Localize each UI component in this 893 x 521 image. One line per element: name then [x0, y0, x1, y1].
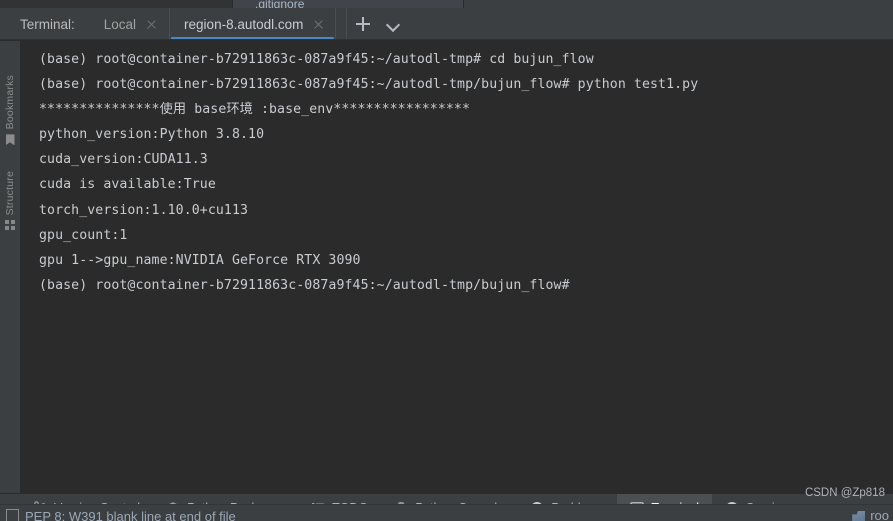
- folder-icon: [852, 510, 866, 521]
- terminal-label: Terminal:: [20, 16, 75, 32]
- inspection-message: PEP 8: W391 blank line at end of file: [25, 509, 236, 521]
- inspection-checkbox[interactable]: [6, 509, 19, 521]
- terminal-line-prompt: (base) root@container-b72911863c-087a9f4…: [39, 277, 570, 293]
- terminal-line: ***************使用 base环境 :base_env******…: [39, 102, 471, 118]
- structure-icon: [5, 220, 15, 231]
- editor-tabs-sliver-right: [466, 0, 893, 8]
- editor-tabs-sliver-left: [0, 0, 232, 8]
- terminal-line: torch_version:1.10.0+cu113: [39, 202, 249, 218]
- editor-tab-gitignore[interactable]: .gitignore: [232, 0, 464, 8]
- left-tool-rail: Bookmarks Structure: [0, 41, 21, 493]
- chevron-down-icon[interactable]: [385, 16, 401, 32]
- ide-window: .gitignore Terminal: Local region-8.auto…: [0, 0, 893, 521]
- terminal-line: gpu 1-->gpu_name:NVIDIA GeForce RTX 3090: [39, 252, 361, 268]
- editor-tabs-sliver: .gitignore: [0, 0, 893, 8]
- terminal-tab-region8[interactable]: region-8.autodl.com: [169, 8, 337, 40]
- rail-item-bookmarks-label: Bookmarks: [4, 75, 16, 130]
- terminal-line: cuda is available:True: [39, 177, 216, 193]
- terminal-line: gpu_count:1: [39, 227, 128, 243]
- terminal-line: python_version:Python 3.8.10: [39, 127, 265, 143]
- status-bar: PEP 8: W391 blank line at end of file ro…: [0, 504, 893, 521]
- terminal-tab-region8-label: region-8.autodl.com: [184, 16, 304, 32]
- bookmark-icon: [5, 134, 15, 146]
- plus-icon[interactable]: [355, 16, 371, 32]
- ide-body: Bookmarks Structure (base) root@containe…: [0, 41, 893, 493]
- status-bar-right: roo: [852, 509, 889, 521]
- terminal-output[interactable]: (base) root@container-b72911863c-087a9f4…: [21, 41, 893, 493]
- terminal-line: (base) root@container-b72911863c-087a9f4…: [39, 77, 699, 93]
- close-icon[interactable]: [145, 18, 158, 31]
- close-icon[interactable]: [312, 18, 325, 31]
- terminal-tab-bar: Terminal: Local region-8.autodl.com: [0, 8, 893, 41]
- terminal-line: (base) root@container-b72911863c-087a9f4…: [39, 52, 594, 67]
- rail-item-structure-label: Structure: [4, 171, 16, 216]
- terminal-tab-local[interactable]: Local: [89, 8, 169, 40]
- rail-item-structure[interactable]: Structure: [0, 171, 20, 231]
- status-bar-right-text: roo: [870, 508, 889, 521]
- terminal-tabbar-actions: [346, 8, 401, 40]
- terminal-tab-local-label: Local: [103, 16, 137, 32]
- rail-item-bookmarks[interactable]: Bookmarks: [0, 75, 20, 146]
- terminal-line: cuda_version:CUDA11.3: [39, 152, 208, 168]
